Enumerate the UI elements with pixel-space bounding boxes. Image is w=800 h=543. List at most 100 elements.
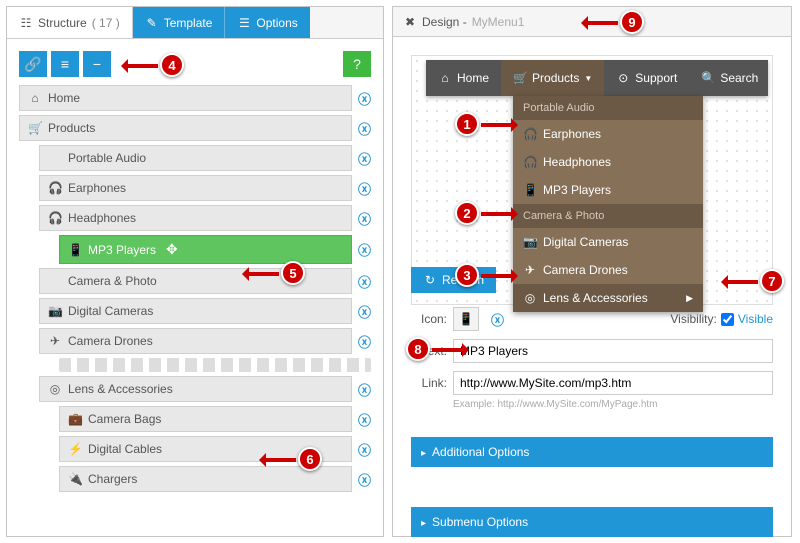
tab-structure[interactable]: ☷ Structure ( 17 ) xyxy=(7,7,133,38)
tree-row: 📱MP3 Players✥ ⓧ xyxy=(59,235,371,264)
tree-row: ⚡ Digital Cables ⓧ xyxy=(59,436,371,462)
tree-item[interactable]: 📷Digital Cameras xyxy=(39,298,352,324)
tools-icon: ✖ xyxy=(403,15,417,29)
callout-9: 9 xyxy=(620,10,644,34)
item-label: Camera & Photo xyxy=(68,274,157,288)
tab-label: Structure xyxy=(38,16,87,30)
link-input[interactable] xyxy=(453,371,773,395)
item-icon: ⌂ xyxy=(28,91,42,105)
dropdown-item[interactable]: 🎧 Headphones xyxy=(513,148,703,176)
tree-item[interactable]: Portable Audio xyxy=(39,145,352,171)
delete-button[interactable]: ⓧ xyxy=(358,209,371,228)
menu-label: Products xyxy=(532,71,579,85)
tree-row: 🛒Products ⓧ xyxy=(19,115,371,141)
callout-2: 2 xyxy=(455,201,479,225)
dropdown-label: Camera Drones xyxy=(543,263,628,277)
drop-zone[interactable] xyxy=(59,358,371,372)
delete-button[interactable]: ⓧ xyxy=(358,332,371,351)
tree-item[interactable]: ◎Lens & Accessories xyxy=(39,376,352,402)
structure-tree: ⌂ Home ⓧ 🛒Products ⓧ Portable Audio ⓧ 🎧Earphone… xyxy=(7,85,383,534)
tab-template[interactable]: ✎ Template xyxy=(133,7,225,38)
dropdown-label: Earphones xyxy=(543,127,601,141)
item-label: Lens & Accessories xyxy=(68,382,173,396)
tree-item[interactable]: Camera & Photo xyxy=(39,268,352,294)
item-label: Earphones xyxy=(68,181,126,195)
icon-picker[interactable]: 📱 xyxy=(453,307,479,331)
menu-label: Search xyxy=(720,71,758,85)
callout-7: 7 xyxy=(760,269,784,293)
tree-item[interactable]: ⌂ Home xyxy=(19,85,352,111)
dropdown-label: MP3 Players xyxy=(543,183,611,197)
menu-label: Support xyxy=(635,71,677,85)
item-label: Home xyxy=(48,91,80,105)
menu-item[interactable]: ⌂Home xyxy=(426,60,501,96)
dropdown-item[interactable]: 🎧Earphones xyxy=(513,120,703,148)
item-label: Digital Cameras xyxy=(68,304,153,318)
tree-item[interactable]: ✈ Camera Drones xyxy=(39,328,352,354)
link-hint: Example: http://www.MySite.com/MyPage.ht… xyxy=(453,399,773,410)
delete-button[interactable]: ⓧ xyxy=(358,302,371,321)
tree-row: ⌂ Home ⓧ xyxy=(19,85,371,111)
item-label: Camera Drones xyxy=(68,334,153,348)
delete-button[interactable]: ⓧ xyxy=(358,380,371,399)
accordion-submenu[interactable]: Submenu Options xyxy=(411,507,773,537)
tree-item[interactable]: 📱MP3 Players✥ xyxy=(59,235,352,264)
delete-button[interactable]: ⓧ xyxy=(358,179,371,198)
structure-panel: ☷ Structure ( 17 ) ✎ Template ☰ Options … xyxy=(6,6,384,537)
delete-button[interactable]: ⓧ xyxy=(358,149,371,168)
item-label: Digital Cables xyxy=(88,442,162,456)
tab-count: ( 17 ) xyxy=(92,16,120,30)
text-input[interactable] xyxy=(453,339,773,363)
tab-options[interactable]: ☰ Options xyxy=(224,7,309,38)
visibility-label: Visibility: xyxy=(670,312,716,326)
list-button[interactable]: ≡ xyxy=(51,51,79,77)
menu-item[interactable]: 🔍Search xyxy=(689,60,770,96)
tab-label: Options xyxy=(256,16,297,30)
visibility-link[interactable]: Visible xyxy=(738,312,773,326)
link-button[interactable]: 🔗 xyxy=(19,51,47,77)
delete-button[interactable]: ⓧ xyxy=(358,119,371,138)
item-icon: ✈ xyxy=(48,334,62,348)
dropdown-item[interactable]: ✈ Camera Drones xyxy=(513,256,703,284)
tab-label: Template xyxy=(164,16,213,30)
tree-row: ◎Lens & Accessories ⓧ xyxy=(39,376,371,402)
link-label: Link: xyxy=(411,376,447,390)
callout-6: 6 xyxy=(298,447,322,471)
item-label: Headphones xyxy=(68,211,136,225)
delete-button[interactable]: ⓧ xyxy=(358,272,371,291)
visibility-checkbox[interactable] xyxy=(721,313,734,326)
menu-icon: ⌂ xyxy=(438,71,452,85)
callout-3: 3 xyxy=(455,263,479,287)
item-icon: 📱 xyxy=(68,243,82,257)
minus-button[interactable]: − xyxy=(83,51,111,77)
accordion-additional[interactable]: Additional Options xyxy=(411,437,773,467)
menu-icon: 🛒 xyxy=(513,71,527,85)
delete-button[interactable]: ⓧ xyxy=(358,89,371,108)
refresh-button[interactable]: ↻ Refresh xyxy=(411,267,496,293)
delete-button[interactable]: ⓧ xyxy=(358,440,371,459)
item-form: Icon: 📱 ⓧ Visibility: Visible Text: Link… xyxy=(411,307,773,410)
menu-item[interactable]: 🛒Products ▼ xyxy=(501,60,604,96)
dropdown-label: Headphones xyxy=(543,155,611,169)
dropdown-icon: 🎧 xyxy=(523,155,537,169)
tree-row: 📷Digital Cameras ⓧ xyxy=(39,298,371,324)
dropdown-icon: ◎ xyxy=(523,291,537,305)
dropdown-item[interactable]: 📱MP3 Players xyxy=(513,176,703,204)
dropdown-item[interactable]: 📷Digital Cameras xyxy=(513,228,703,256)
menu-item[interactable]: ⊙Support xyxy=(604,60,689,96)
dropdown-label: Lens & Accessories xyxy=(543,291,648,305)
delete-button[interactable]: ⓧ xyxy=(358,240,371,259)
help-button[interactable]: ? xyxy=(343,51,371,77)
tabs-bar: ☷ Structure ( 17 ) ✎ Template ☰ Options xyxy=(7,7,383,39)
tree-item[interactable]: 💼Camera Bags xyxy=(59,406,352,432)
delete-button[interactable]: ⓧ xyxy=(358,410,371,429)
dropdown-icon: ✈ xyxy=(523,263,537,277)
delete-button[interactable]: ⓧ xyxy=(358,470,371,489)
tree-item[interactable]: 🎧Headphones xyxy=(39,205,352,231)
tree-item[interactable]: 🎧Earphones xyxy=(39,175,352,201)
icon-label: Icon: xyxy=(411,312,447,326)
tree-item[interactable]: 🛒Products xyxy=(19,115,352,141)
item-icon: ⚡ xyxy=(68,442,82,456)
clear-icon-button[interactable]: ⓧ xyxy=(491,310,504,329)
callout-1: 1 xyxy=(455,112,479,136)
